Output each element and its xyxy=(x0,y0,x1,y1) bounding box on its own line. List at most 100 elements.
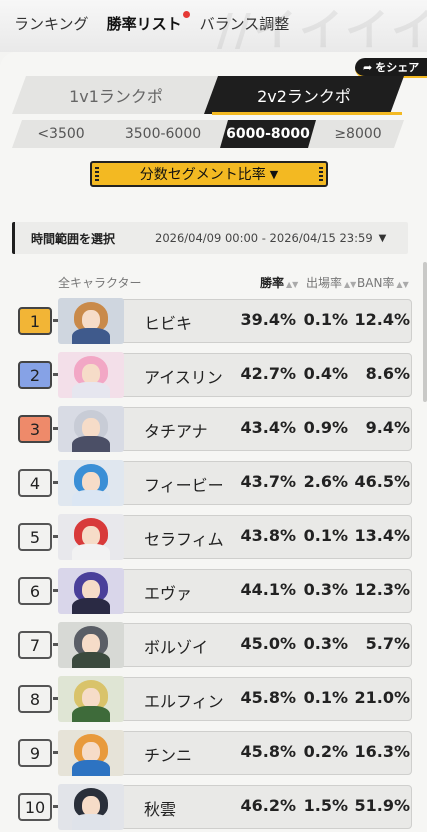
character-avatar xyxy=(58,784,124,830)
character-row[interactable]: 10 秋雲 46.2% 1.5% 51.9% xyxy=(16,784,412,830)
caret-down-icon: ▼ xyxy=(378,232,387,244)
header-winrate-label: 勝率 xyxy=(260,276,285,290)
character-name: タチアナ xyxy=(144,422,208,441)
sort-icon: ▲▼ xyxy=(396,280,409,289)
rank-badge: 1 xyxy=(18,307,52,335)
avatar-face xyxy=(82,580,100,600)
avatar-face xyxy=(82,796,100,816)
avatar-body xyxy=(72,814,110,830)
banrate-value: 21.0% xyxy=(354,688,410,707)
score-tab-lt3500[interactable]: <3500 xyxy=(22,120,100,148)
segment-ratio-button[interactable]: 分数セグメント比率 ▼ xyxy=(90,161,328,187)
character-name: エヴァ xyxy=(144,584,193,603)
avatar-face xyxy=(82,364,100,384)
score-tab-gte8000[interactable]: ≥8000 xyxy=(318,120,398,148)
avatar-body xyxy=(72,706,110,722)
header-pickrate-label: 出場率 xyxy=(306,276,343,290)
scrollbar[interactable] xyxy=(423,262,427,402)
winrate-value: 43.4% xyxy=(240,418,296,437)
tab-1v1[interactable]: 1v1ランクポ xyxy=(12,76,220,114)
winrate-value: 44.1% xyxy=(240,580,296,599)
header-pickrate[interactable]: 出場率 ▲▼ xyxy=(306,274,356,291)
character-row[interactable]: 5 セラフィム 43.8% 0.1% 13.4% xyxy=(16,514,412,560)
character-avatar xyxy=(58,406,124,452)
character-row[interactable]: 9 チンニ 45.8% 0.2% 16.3% xyxy=(16,730,412,776)
banrate-value: 13.4% xyxy=(354,526,410,545)
character-name: フィービー xyxy=(144,476,224,495)
rank-badge: 9 xyxy=(18,739,52,767)
banrate-value: 5.7% xyxy=(365,634,410,653)
winrate-value: 42.7% xyxy=(240,364,296,383)
avatar-body xyxy=(72,328,110,344)
mode-tabs: 1v1ランクポ 2v2ランクポ xyxy=(12,76,404,115)
banrate-value: 16.3% xyxy=(354,742,410,761)
character-row[interactable]: 1 ヒビキ 39.4% 0.1% 12.4% xyxy=(16,298,412,344)
character-row[interactable]: 3 タチアナ 43.4% 0.9% 9.4% xyxy=(16,406,412,452)
character-row[interactable]: 2 アイスリン 42.7% 0.4% 8.6% xyxy=(16,352,412,398)
winrate-value: 45.0% xyxy=(240,634,296,653)
pickrate-value: 0.9% xyxy=(303,418,348,437)
character-name: ボルゾイ xyxy=(144,638,209,657)
character-name: ヒビキ xyxy=(144,314,193,333)
character-row[interactable]: 6 エヴァ 44.1% 0.3% 12.3% xyxy=(16,568,412,614)
character-name: エルフィン xyxy=(144,692,224,711)
character-row[interactable]: 8 エルフィン 45.8% 0.1% 21.0% xyxy=(16,676,412,722)
tab-ranking[interactable]: ランキング xyxy=(14,13,89,34)
header-winrate[interactable]: 勝率 ▲▼ xyxy=(260,274,298,291)
active-underline xyxy=(212,112,402,115)
pickrate-value: 0.3% xyxy=(303,580,348,599)
avatar-body xyxy=(72,544,110,560)
winrate-value: 43.7% xyxy=(240,472,296,491)
character-avatar xyxy=(58,514,124,560)
nav-tabs: ランキング 勝率リスト バランス調整 xyxy=(14,11,290,34)
character-avatar xyxy=(58,622,124,668)
character-avatar xyxy=(58,568,124,614)
avatar-face xyxy=(82,688,100,708)
character-avatar xyxy=(58,298,124,344)
share-label: をシェア xyxy=(375,61,420,74)
banrate-value: 12.4% xyxy=(354,310,410,329)
time-range-value: 2026/04/09 00:00 - 2026/04/15 23:59 xyxy=(155,231,373,245)
time-range-selector[interactable]: 時間範囲を選択 2026/04/09 00:00 - 2026/04/15 23… xyxy=(12,222,408,254)
tab-winrate-list[interactable]: 勝率リスト xyxy=(106,11,190,34)
time-range-label: 時間範囲を選択 xyxy=(31,231,116,246)
avatar-face xyxy=(82,418,100,438)
avatar-face xyxy=(82,310,100,330)
score-tabs: <3500 3500-6000 6000-8000 ≥8000 xyxy=(12,120,404,148)
character-name: チンニ xyxy=(144,746,193,765)
banrate-value: 9.4% xyxy=(365,418,410,437)
tab-winrate-label: 勝率リスト xyxy=(106,15,182,33)
avatar-face xyxy=(82,526,100,546)
rank-badge: 10 xyxy=(18,793,52,821)
avatar-body xyxy=(72,490,110,506)
character-avatar xyxy=(58,352,124,398)
tab-2v2[interactable]: 2v2ランクポ xyxy=(204,76,404,114)
header-banrate-label: BAN率 xyxy=(357,276,395,290)
score-tab-6000-8000[interactable]: 6000-8000 xyxy=(220,120,316,148)
character-row[interactable]: 7 ボルゾイ 45.0% 0.3% 5.7% xyxy=(16,622,412,668)
character-row[interactable]: 4 フィービー 43.7% 2.6% 46.5% xyxy=(16,460,412,506)
pickrate-value: 0.2% xyxy=(303,742,348,761)
winrate-value: 45.8% xyxy=(240,742,296,761)
winrate-value: 43.8% xyxy=(240,526,296,545)
avatar-body xyxy=(72,436,110,452)
avatar-body xyxy=(72,760,110,776)
rank-badge: 7 xyxy=(18,631,52,659)
pickrate-value: 0.1% xyxy=(303,310,348,329)
rank-badge: 8 xyxy=(18,685,52,713)
winrate-value: 39.4% xyxy=(240,310,296,329)
character-name: セラフィム xyxy=(144,530,224,549)
avatar-body xyxy=(72,382,110,398)
share-button[interactable]: ➦ をシェア xyxy=(355,58,427,78)
pickrate-value: 0.4% xyxy=(303,364,348,383)
top-nav: //イイイイ ランキング 勝率リスト バランス調整 xyxy=(0,0,427,52)
pickrate-value: 0.1% xyxy=(303,526,348,545)
pickrate-value: 1.5% xyxy=(303,796,348,815)
banrate-value: 12.3% xyxy=(354,580,410,599)
header-banrate[interactable]: BAN率 ▲▼ xyxy=(357,274,409,291)
tab-balance[interactable]: バランス調整 xyxy=(200,13,290,34)
winrate-value: 46.2% xyxy=(240,796,296,815)
rank-badge: 2 xyxy=(18,361,52,389)
score-tab-3500-6000[interactable]: 3500-6000 xyxy=(108,120,218,148)
avatar-face xyxy=(82,472,100,492)
